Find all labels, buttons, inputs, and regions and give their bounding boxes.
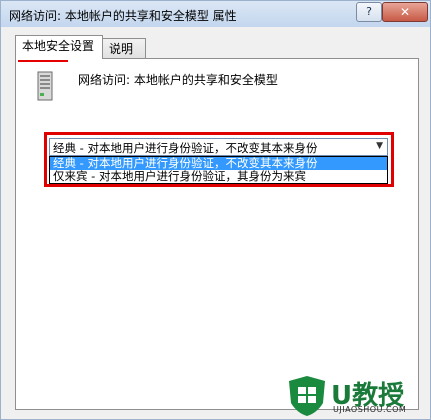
tab-annotation-underline — [18, 60, 68, 62]
watermark-url: UJIAOSHOU.COM — [333, 405, 407, 414]
server-icon — [37, 71, 53, 101]
help-button[interactable]: ? — [356, 2, 382, 22]
sharing-model-select[interactable]: 经典 - 对本地用户进行身份验证，不改变其本来身份 ▼ — [49, 138, 388, 156]
select-dropdown-list: 经典 - 对本地用户进行身份验证，不改变其本来身份 仅来宾 - 对本地用户进行身… — [49, 156, 388, 184]
title-bar[interactable]: 网络访问: 本地帐户的共享和安全模型 属性 ? ✕ — [1, 1, 430, 27]
shield-logo-icon — [289, 376, 325, 416]
tab-explain[interactable]: 说明 — [102, 38, 146, 58]
close-button[interactable]: ✕ — [382, 2, 428, 22]
window-title: 网络访问: 本地帐户的共享和安全模型 属性 — [9, 9, 237, 23]
select-value: 经典 - 对本地用户进行身份验证，不改变其本来身份 — [53, 141, 318, 155]
watermark-logo: U教授 UJIAOSHOU.COM — [287, 375, 427, 417]
tab-local-security-setting[interactable]: 本地安全设置 — [15, 35, 103, 59]
properties-dialog: 网络访问: 本地帐户的共享和安全模型 属性 ? ✕ 本地安全设置 说明 网络访问… — [0, 0, 431, 420]
tab-panel: 网络访问: 本地帐户的共享和安全模型 经典 - 对本地用户进行身份验证，不改变其… — [15, 58, 419, 410]
chevron-down-icon[interactable]: ▼ — [376, 141, 383, 151]
option-guest-only[interactable]: 仅来宾 - 对本地用户进行身份验证，其身份为来宾 — [50, 170, 387, 183]
policy-name: 网络访问: 本地帐户的共享和安全模型 — [78, 73, 278, 87]
